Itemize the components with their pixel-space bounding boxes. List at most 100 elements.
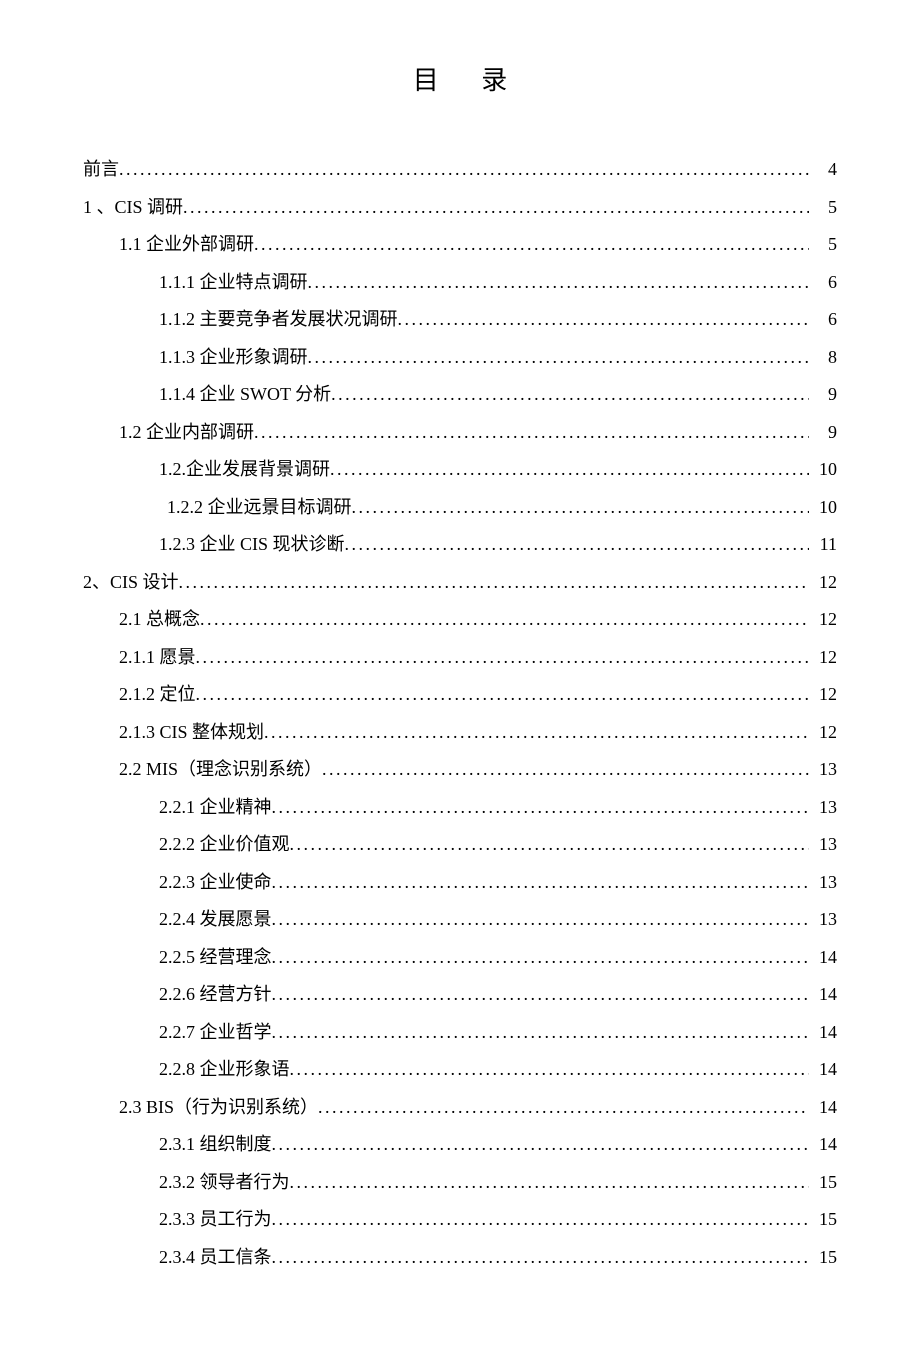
toc-entry-label: 1.1.3 企业形象调研 [159,339,308,377]
toc-entry: 2.1 总概念12 [83,601,837,639]
toc-entry-label: 2.1.2 定位 [119,676,196,714]
toc-entry: 2.3.2 领导者行为 15 [83,1164,837,1202]
toc-entry-label: 2.2.8 企业形象语 [159,1051,290,1089]
toc-dot-leader [272,939,810,977]
toc-dot-leader [330,451,809,489]
toc-entry-page: 14 [809,1089,837,1127]
toc-dot-leader [254,226,809,264]
toc-entry: 1.1.1 企业特点调研 6 [83,264,837,302]
toc-entry-page: 14 [809,976,837,1014]
toc-dot-leader [264,714,809,752]
toc-dot-leader [345,526,809,564]
toc-entry-label: 2.2.1 企业精神 [159,789,272,827]
toc-entry-page: 13 [809,826,837,864]
toc-dot-leader [290,1051,810,1089]
toc-entry-label: 2.2 MIS（理念识别系统） [119,751,322,789]
toc-dot-leader [254,414,809,452]
toc-entry-label: 1.2.企业发展背景调研 [159,451,330,489]
toc-entry: 1 、CIS 调研5 [83,189,837,227]
toc-entry-page: 5 [809,189,837,227]
toc-entry: 2.2.8 企业形象语 14 [83,1051,837,1089]
toc-entry-label: 1.2.2 企业远景目标调研 [167,489,352,527]
toc-dot-leader [119,151,809,189]
toc-entry-page: 10 [809,489,837,527]
toc-entry-label: 2.3.4 员工信条 [159,1239,272,1277]
toc-dot-leader [308,264,810,302]
toc-dot-leader [272,789,810,827]
toc-entry: 1.2.3 企业 CIS 现状诊断11 [83,526,837,564]
toc-entry: 2.2 MIS（理念识别系统） 13 [83,751,837,789]
toc-entry-page: 14 [809,939,837,977]
toc-entry-label: 1.1.1 企业特点调研 [159,264,308,302]
toc-dot-leader [272,976,810,1014]
toc-entry-label: 1.1.4 企业 SWOT 分析 [159,376,331,414]
toc-entry: 2.3.4 员工信条 15 [83,1239,837,1277]
toc-dot-leader [200,601,809,639]
toc-entry-label: 2.2.5 经营理念 [159,939,272,977]
toc-entry: 1.2 企业内部调研9 [83,414,837,452]
toc-entry-label: 2.2.4 发展愿景 [159,901,272,939]
toc-dot-leader [308,339,810,377]
toc-entry-page: 13 [809,751,837,789]
toc-dot-leader [318,1089,809,1127]
toc-entry-page: 14 [809,1051,837,1089]
toc-entry-label: 2.3.1 组织制度 [159,1126,272,1164]
toc-entry-page: 6 [809,264,837,302]
toc-dot-leader [290,1164,810,1202]
toc-dot-leader [196,676,810,714]
toc-entry-page: 9 [809,376,837,414]
toc-entry-label: 2.1.3 CIS 整体规划 [119,714,264,752]
toc-entry: 前言 4 [83,151,837,189]
toc-entry-page: 12 [809,639,837,677]
toc-entry-label: 1.2.3 企业 CIS 现状诊断 [159,526,345,564]
toc-entry-page: 6 [809,301,837,339]
toc-entry-page: 15 [809,1201,837,1239]
toc-title: 目 录 [83,60,837,97]
toc-dot-leader [272,1201,810,1239]
toc-entry-label: 2.2.3 企业使命 [159,864,272,902]
toc-entry: 1.1.4 企业 SWOT 分析 9 [83,376,837,414]
toc-entry: 2.2.7 企业哲学 14 [83,1014,837,1052]
toc-entry-page: 15 [809,1239,837,1277]
toc-entry: 1.1 企业外部调研5 [83,226,837,264]
page-container: 目 录 前言 41 、CIS 调研51.1 企业外部调研51.1.1 企业特点调研… [0,0,920,1356]
toc-entry-label: 2.1.1 愿景 [119,639,196,677]
toc-entry-page: 10 [809,451,837,489]
toc-entry-label: 2.2.6 经营方针 [159,976,272,1014]
toc-dot-leader [272,901,810,939]
toc-entry-page: 12 [809,601,837,639]
toc-entry: 2.3.1 组织制度 14 [83,1126,837,1164]
toc-entry-label: 2.2.7 企业哲学 [159,1014,272,1052]
toc-entry: 2.2.6 经营方针 14 [83,976,837,1014]
toc-entry-page: 4 [809,151,837,189]
toc-entry-page: 12 [809,564,837,602]
toc-entry-page: 13 [809,901,837,939]
toc-dot-leader [398,301,810,339]
toc-entry-label: 2.2.2 企业价值观 [159,826,290,864]
toc-dot-leader [272,864,810,902]
toc-entry-label: 2.3.3 员工行为 [159,1201,272,1239]
toc-entry: 2.2.4 发展愿景 13 [83,901,837,939]
toc-entry-page: 14 [809,1014,837,1052]
toc-dot-leader [290,826,810,864]
toc-entry: 2.1.3 CIS 整体规划 12 [83,714,837,752]
toc-entry-page: 5 [809,226,837,264]
toc-entry: 2、CIS 设计 12 [83,564,837,602]
toc-entry-label: 前言 [83,151,119,189]
toc-entry-page: 14 [809,1126,837,1164]
toc-dot-leader [196,639,810,677]
toc-entry-label: 2、CIS 设计 [83,564,179,602]
toc-entry: 2.2.3 企业使命13 [83,864,837,902]
toc-dot-leader [331,376,809,414]
toc-dot-leader [179,564,809,602]
toc-entry: 2.2.5 经营理念 14 [83,939,837,977]
toc-entry: 2.3 BIS（行为识别系统）14 [83,1089,837,1127]
toc-entry-label: 1.2 企业内部调研 [119,414,254,452]
toc-entry: 2.1.2 定位12 [83,676,837,714]
toc-entry-page: 13 [809,789,837,827]
toc-entry-page: 12 [809,714,837,752]
toc-dot-leader [272,1014,810,1052]
toc-body: 前言41 、CIS 调研51.1 企业外部调研51.1.1 企业特点调研61.1… [83,151,837,1276]
toc-entry-label: 2.3.2 领导者行为 [159,1164,290,1202]
toc-entry-page: 15 [809,1164,837,1202]
